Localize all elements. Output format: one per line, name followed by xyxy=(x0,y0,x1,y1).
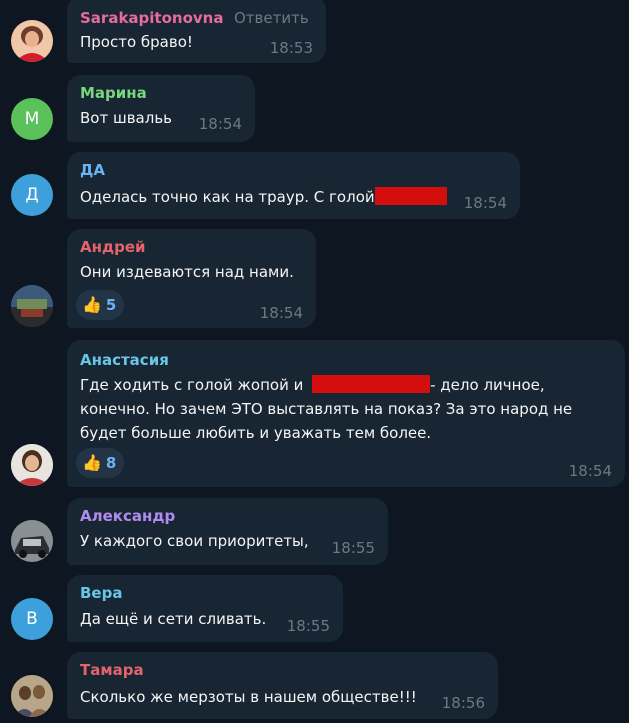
avatar-letter: В xyxy=(26,609,38,629)
author-name[interactable]: ДА xyxy=(80,161,105,179)
reaction-count: 5 xyxy=(105,296,117,314)
message-time: 18:54 xyxy=(463,194,507,212)
message-item: Александр У каждого свои приоритеты, 18:… xyxy=(0,498,629,566)
avatar[interactable] xyxy=(11,520,53,562)
reaction-chip[interactable]: 👍 8 xyxy=(76,448,125,478)
avatar[interactable]: Д xyxy=(11,174,53,216)
message-text-content: Где ходить с голой жопой и xyxy=(80,376,304,394)
message-bubble[interactable]: Марина Вот швальь 18:54 xyxy=(67,75,255,142)
message-item: В Вера Да ещё и сети сливать. 18:55 xyxy=(0,575,629,643)
author-name[interactable]: Александр xyxy=(80,507,175,525)
author-name[interactable]: Анастасия xyxy=(80,351,169,369)
user-photo-icon xyxy=(11,675,53,717)
avatar[interactable] xyxy=(11,444,53,486)
message-time: 18:53 xyxy=(269,39,313,57)
message-text: Сколько же мерзоты в нашем обществе!!! xyxy=(80,688,417,706)
message-time: 18:54 xyxy=(568,462,612,480)
author-name[interactable]: Тамара xyxy=(80,661,144,679)
user-photo-icon xyxy=(11,444,53,486)
message-time: 18:56 xyxy=(441,694,485,712)
message-text-line: конечно. Но зачем ЭТО выставлять на пока… xyxy=(80,400,573,418)
user-photo-icon xyxy=(11,520,53,562)
message-text: Оделась точно как на траур. С голой xyxy=(80,185,447,210)
avatar[interactable]: М xyxy=(11,98,53,140)
message-bubble[interactable]: Sarakapitonovna Ответить Просто браво! 1… xyxy=(67,0,326,63)
message-text-content: - дело личное, xyxy=(430,376,545,394)
message-time: 18:55 xyxy=(286,617,330,635)
message-text: У каждого свои приоритеты, xyxy=(80,532,309,550)
message-item: М Марина Вот швальь 18:54 xyxy=(0,75,629,143)
author-name[interactable]: Марина xyxy=(80,84,147,102)
message-bubble[interactable]: ДА Оделась точно как на траур. С голой 1… xyxy=(67,152,520,219)
message-item: Sarakapitonovna Ответить Просто браво! 1… xyxy=(0,0,629,66)
avatar[interactable] xyxy=(11,20,53,62)
avatar-letter: М xyxy=(24,109,40,129)
message-bubble[interactable]: Анастасия Где ходить с голой жопой и - д… xyxy=(67,340,625,487)
message-text-line: Где ходить с голой жопой и - дело личное… xyxy=(80,373,545,398)
message-text-line: будет больше любить и уважать тем более. xyxy=(80,424,432,442)
message-item: Д ДА Оделась точно как на траур. С голой… xyxy=(0,152,629,220)
chat-message-list[interactable]: Sarakapitonovna Ответить Просто браво! 1… xyxy=(0,0,629,723)
message-time: 18:55 xyxy=(331,539,375,557)
avatar[interactable] xyxy=(11,675,53,717)
thumbs-up-icon: 👍 xyxy=(82,295,102,314)
user-photo-icon xyxy=(11,20,53,62)
message-bubble[interactable]: Александр У каждого свои приоритеты, 18:… xyxy=(67,498,388,565)
author-name[interactable]: Андрей xyxy=(80,238,146,256)
avatar[interactable]: В xyxy=(11,598,53,640)
user-photo-icon xyxy=(11,285,53,327)
reaction-count: 8 xyxy=(105,454,117,472)
redaction-bar xyxy=(374,187,447,205)
message-time: 18:54 xyxy=(259,304,303,322)
message-item: Анастасия Где ходить с голой жопой и - д… xyxy=(0,340,629,488)
message-bubble[interactable]: Тамара Сколько же мерзоты в нашем общест… xyxy=(67,652,498,719)
author-name[interactable]: Sarakapitonovna xyxy=(80,9,223,27)
redaction-bar xyxy=(312,375,431,393)
message-item: Тамара Сколько же мерзоты в нашем общест… xyxy=(0,652,629,723)
message-text: Они издеваются над нами. xyxy=(80,263,294,281)
reply-link[interactable]: Ответить xyxy=(234,9,309,27)
message-text: Просто браво! xyxy=(80,33,193,51)
message-bubble[interactable]: Вера Да ещё и сети сливать. 18:55 xyxy=(67,575,343,642)
message-bubble[interactable]: Андрей Они издеваются над нами. 👍 5 18:5… xyxy=(67,229,316,328)
author-name[interactable]: Вера xyxy=(80,584,122,602)
message-text: Да ещё и сети сливать. xyxy=(80,610,267,628)
reaction-chip[interactable]: 👍 5 xyxy=(76,290,125,320)
message-text: Вот швальь xyxy=(80,109,172,127)
thumbs-up-icon: 👍 xyxy=(82,453,102,472)
message-item: Андрей Они издеваются над нами. 👍 5 18:5… xyxy=(0,229,629,329)
avatar-letter: Д xyxy=(25,185,39,205)
message-text-content: Оделась точно как на траур. С голой xyxy=(80,188,375,206)
message-time: 18:54 xyxy=(198,115,242,133)
avatar[interactable] xyxy=(11,285,53,327)
